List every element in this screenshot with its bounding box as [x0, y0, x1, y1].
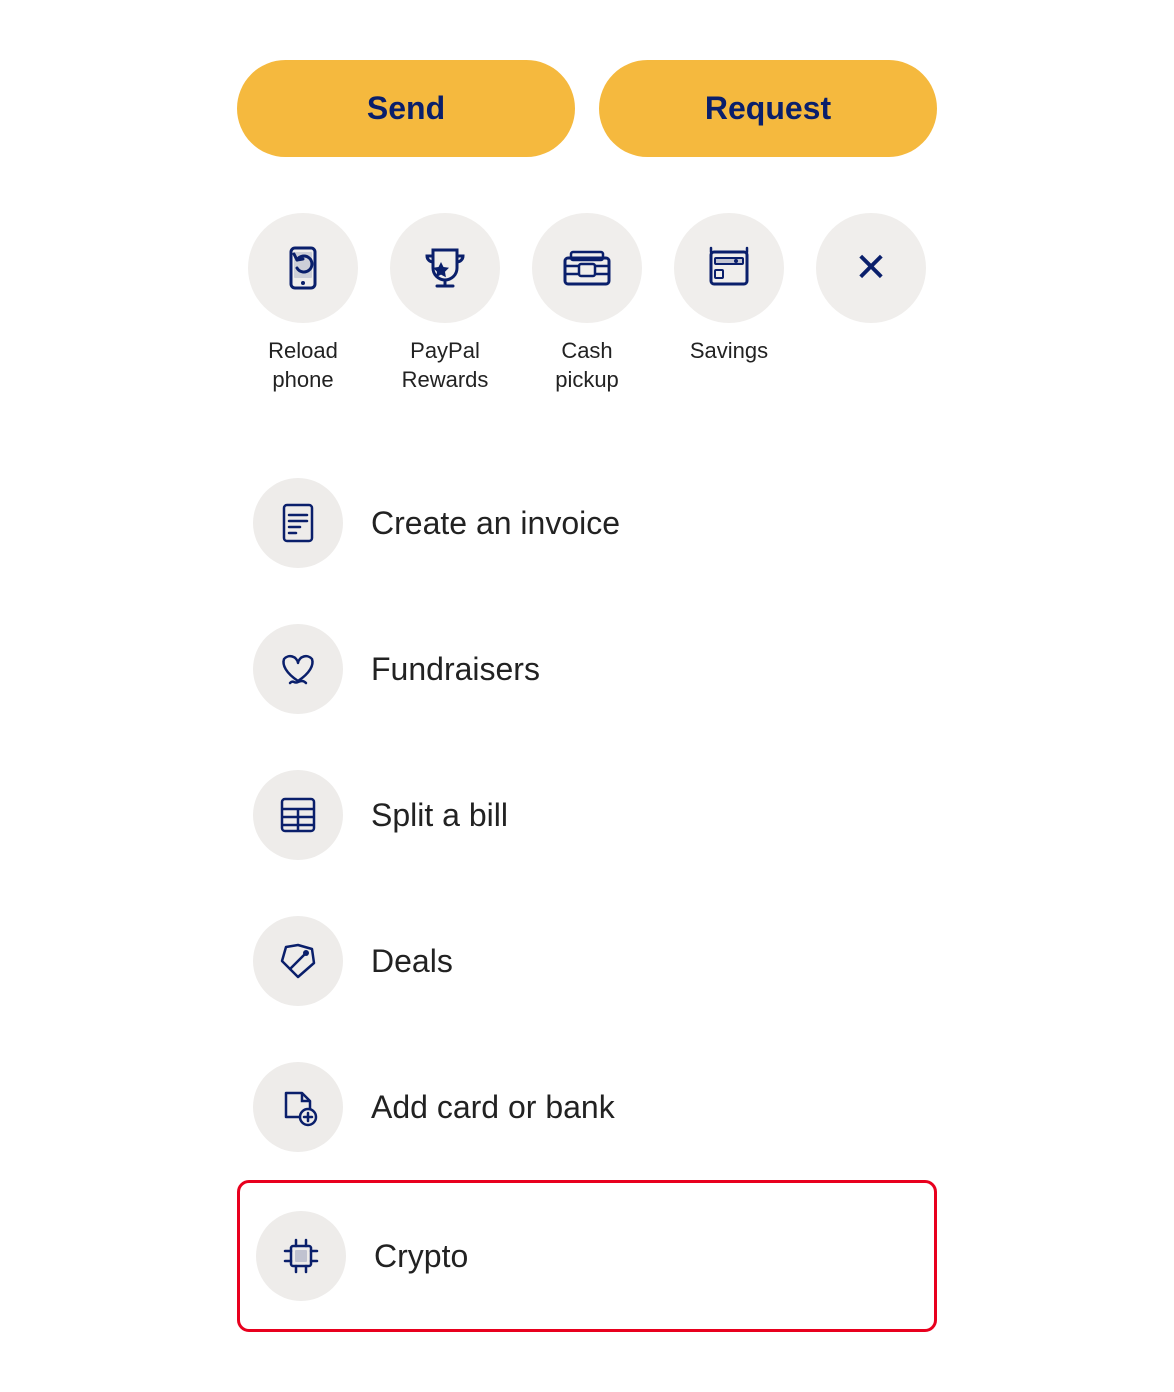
fundraisers-label: Fundraisers [371, 651, 540, 688]
quick-action-reload-phone[interactable]: Reloadphone [237, 213, 369, 394]
list-item-split-bill[interactable]: Split a bill [237, 742, 937, 888]
crypto-icon-circle [256, 1211, 346, 1301]
reload-phone-label: Reloadphone [268, 337, 338, 394]
list-items-section: Create an invoice Fundraisers [237, 450, 937, 1332]
deals-label: Deals [371, 943, 453, 980]
split-bill-label: Split a bill [371, 797, 508, 834]
add-card-icon [276, 1085, 320, 1129]
paypal-rewards-label: PayPalRewards [402, 337, 489, 394]
cash-pickup-icon-circle [532, 213, 642, 323]
list-item-crypto[interactable]: Crypto [237, 1180, 937, 1332]
deals-icon [276, 939, 320, 983]
reload-phone-icon-circle [248, 213, 358, 323]
savings-label: Savings [690, 337, 768, 366]
invoice-icon-circle [253, 478, 343, 568]
close-icon: ✕ [854, 248, 888, 288]
quick-action-cash-pickup[interactable]: Cashpickup [521, 213, 653, 394]
reload-phone-icon [279, 244, 327, 292]
trophy-icon [421, 244, 469, 292]
close-icon-circle: ✕ [816, 213, 926, 323]
add-card-icon-circle [253, 1062, 343, 1152]
deals-icon-circle [253, 916, 343, 1006]
action-buttons-row: Send Request [237, 60, 937, 157]
list-item-deals[interactable]: Deals [237, 888, 937, 1034]
send-button[interactable]: Send [237, 60, 575, 157]
fundraisers-icon [276, 647, 320, 691]
request-button[interactable]: Request [599, 60, 937, 157]
cash-pickup-icon [561, 244, 613, 292]
crypto-label: Crypto [374, 1238, 468, 1275]
list-item-add-card-bank[interactable]: Add card or bank [237, 1034, 937, 1180]
savings-icon [705, 244, 753, 292]
trophy-icon-circle [390, 213, 500, 323]
fundraisers-icon-circle [253, 624, 343, 714]
invoice-icon [276, 501, 320, 545]
crypto-icon [279, 1234, 323, 1278]
list-item-fundraisers[interactable]: Fundraisers [237, 596, 937, 742]
savings-icon-circle [674, 213, 784, 323]
quick-action-close[interactable]: ✕ [805, 213, 937, 337]
split-bill-icon-circle [253, 770, 343, 860]
cash-pickup-label: Cashpickup [555, 337, 619, 394]
split-bill-icon [276, 793, 320, 837]
add-card-bank-label: Add card or bank [371, 1089, 615, 1126]
main-container: Send Request Reloadphone [237, 60, 937, 1332]
list-item-create-invoice[interactable]: Create an invoice [237, 450, 937, 596]
create-invoice-label: Create an invoice [371, 505, 620, 542]
quick-action-savings[interactable]: Savings [663, 213, 795, 366]
quick-action-paypal-rewards[interactable]: PayPalRewards [379, 213, 511, 394]
quick-actions-row: Reloadphone PayPalRewards [237, 213, 937, 394]
